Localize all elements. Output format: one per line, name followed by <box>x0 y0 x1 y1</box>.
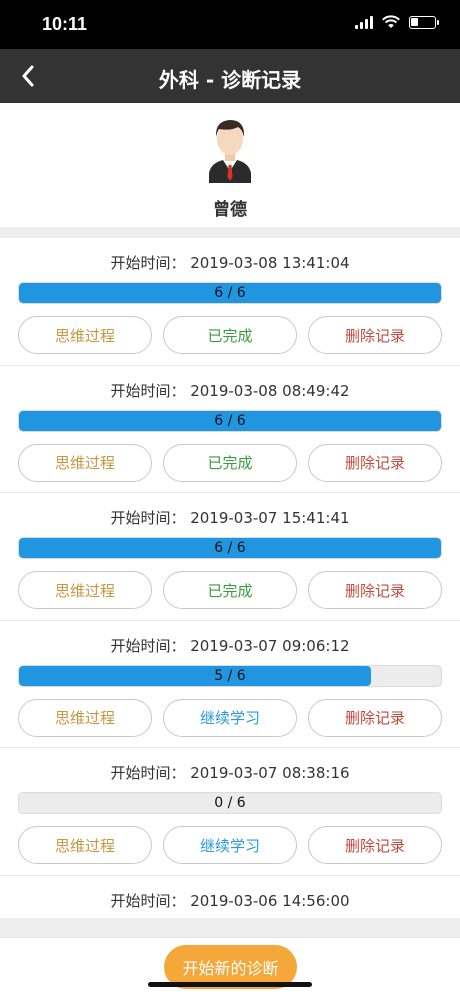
signal-icon <box>355 15 373 29</box>
doctor-avatar-icon <box>209 120 251 183</box>
progress-bar: 6 / 6 <box>18 409 442 432</box>
progress-bar: 6 / 6 <box>18 282 442 304</box>
status-icons <box>355 15 439 29</box>
bottom-bar: 开始新的诊断 <box>0 937 460 996</box>
progress-bar: 0 / 6 <box>18 792 442 814</box>
progress-text: 6 / 6 <box>214 285 246 301</box>
diagnosis-record: 开始时间： 2019-03-07 08:38:16 0 / 6 思维过程 继续学… <box>0 748 460 876</box>
delete-record-button[interactable]: 删除记录 <box>308 698 442 737</box>
delete-record-button[interactable]: 删除记录 <box>308 316 442 354</box>
thinking-process-button[interactable]: 思维过程 <box>18 316 152 354</box>
delete-record-button[interactable]: 删除记录 <box>308 826 442 864</box>
diagnosis-record: 开始时间： 2019-03-07 15:41:41 6 / 6 思维过程 已完成… <box>0 493 460 621</box>
thinking-process-button[interactable]: 思维过程 <box>18 571 152 609</box>
start-time: 开始时间： 2019-03-07 15:41:41 <box>110 509 350 527</box>
battery-icon <box>409 15 439 29</box>
start-time: 开始时间： 2019-03-08 13:41:04 <box>110 254 350 272</box>
delete-record-button[interactable]: 删除记录 <box>308 443 442 482</box>
nav-bar: 外科 - 诊断记录 <box>0 49 460 103</box>
diagnosis-record: 开始时间： 2019-03-08 08:49:42 6 / 6 思维过程 已完成… <box>0 365 460 493</box>
continue-learning-button[interactable]: 继续学习 <box>163 698 297 737</box>
page-title: 外科 - 诊断记录 <box>158 68 302 92</box>
thinking-process-button[interactable]: 思维过程 <box>18 698 152 737</box>
doctor-profile: 曾德 <box>0 103 460 227</box>
thinking-process-button[interactable]: 思维过程 <box>18 443 152 482</box>
status-bar: 10:11 <box>0 0 460 49</box>
start-time: 开始时间： 2019-03-07 08:38:16 <box>110 764 350 782</box>
completed-button[interactable]: 已完成 <box>163 316 297 354</box>
progress-text: 6 / 6 <box>214 412 246 429</box>
diagnosis-record: 开始时间： 2019-03-06 14:56:00 <box>0 875 460 918</box>
progress-bar: 5 / 6 <box>18 664 442 687</box>
diagnosis-record-list[interactable]: 开始时间： 2019-03-08 13:41:04 6 / 6 思维过程 已完成… <box>0 238 460 918</box>
diagnosis-record: 开始时间： 2019-03-08 13:41:04 6 / 6 思维过程 已完成… <box>0 238 460 366</box>
wifi-icon <box>382 15 400 28</box>
diagnosis-record: 开始时间： 2019-03-07 09:06:12 5 / 6 思维过程 继续学… <box>0 620 460 748</box>
start-time: 开始时间： 2019-03-07 09:06:12 <box>110 636 350 655</box>
progress-text: 6 / 6 <box>214 540 246 556</box>
delete-record-button[interactable]: 删除记录 <box>308 571 442 609</box>
progress-text: 0 / 6 <box>214 795 246 811</box>
completed-button[interactable]: 已完成 <box>163 443 297 482</box>
home-indicator <box>148 982 312 987</box>
progress-bar: 6 / 6 <box>18 537 442 559</box>
start-time: 开始时间： 2019-03-06 14:56:00 <box>110 891 350 910</box>
start-time: 开始时间： 2019-03-08 08:49:42 <box>110 381 350 400</box>
doctor-name: 曾德 <box>213 200 247 220</box>
continue-learning-button[interactable]: 继续学习 <box>163 826 297 864</box>
progress-text: 5 / 6 <box>214 667 246 684</box>
thinking-process-button[interactable]: 思维过程 <box>18 826 152 864</box>
status-time: 10:11 <box>42 14 88 34</box>
completed-button[interactable]: 已完成 <box>163 571 297 609</box>
